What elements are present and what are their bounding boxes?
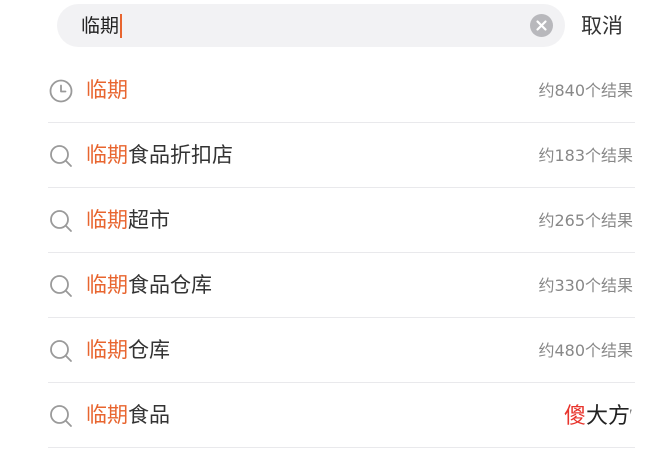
suggestion-title: 临期食品仓库 bbox=[86, 271, 212, 299]
suggestion-highlight: 临期 bbox=[86, 273, 128, 297]
watermark-part-1: 傻 bbox=[564, 404, 587, 429]
suggestion-row[interactable]: 临期食品折扣店 约183个结果 bbox=[48, 123, 635, 188]
suggestion-title: 临期食品 bbox=[86, 401, 170, 429]
suggestion-suffix: 仓库 bbox=[128, 338, 170, 362]
suggestion-suffix: 食品 bbox=[128, 403, 170, 427]
search-icon bbox=[50, 340, 72, 362]
suggestion-title: 临期仓库 bbox=[86, 336, 170, 364]
suggestion-row[interactable]: 临期食品仓库 约330个结果 bbox=[48, 253, 635, 318]
watermark: 傻大方 bbox=[562, 404, 631, 430]
search-icon bbox=[50, 145, 72, 167]
suggestion-row[interactable]: 临期仓库 约480个结果 bbox=[48, 318, 635, 383]
suggestion-row[interactable]: 临期食品 约7 bbox=[48, 383, 635, 448]
suggestion-title: 临期食品折扣店 bbox=[86, 141, 233, 169]
suggestion-suffix: 超市 bbox=[128, 208, 170, 232]
search-input[interactable]: 临期 bbox=[81, 14, 123, 38]
suggestion-highlight: 临期 bbox=[86, 78, 128, 102]
search-page: 临期 取消 临期 约840个结果 临期食品折扣店 约183个结果 临期超市 约2… bbox=[0, 0, 654, 454]
suggestion-highlight: 临期 bbox=[86, 208, 128, 232]
result-count: 约480个结果 bbox=[538, 341, 633, 360]
result-count: 约840个结果 bbox=[538, 81, 633, 100]
suggestion-row[interactable]: 临期超市 约265个结果 bbox=[48, 188, 635, 253]
suggestion-highlight: 临期 bbox=[86, 403, 128, 427]
result-count: 约265个结果 bbox=[538, 211, 633, 230]
result-count: 约330个结果 bbox=[538, 276, 633, 295]
watermark-part-2: 大方 bbox=[586, 404, 631, 429]
search-bar[interactable]: 临期 bbox=[57, 4, 565, 47]
search-query: 临期 bbox=[81, 15, 120, 37]
suggestion-suffix: 食品折扣店 bbox=[128, 143, 233, 167]
text-caret bbox=[120, 14, 123, 38]
suggestion-row-history[interactable]: 临期 约840个结果 bbox=[48, 58, 635, 123]
clear-search-button[interactable] bbox=[530, 14, 553, 37]
clock-icon bbox=[49, 79, 73, 103]
suggestion-highlight: 临期 bbox=[86, 143, 128, 167]
suggestion-title: 临期超市 bbox=[86, 206, 170, 234]
suggestion-suffix: 食品仓库 bbox=[128, 273, 212, 297]
search-icon bbox=[50, 275, 72, 297]
cancel-button[interactable]: 取消 bbox=[581, 12, 623, 40]
result-count: 约183个结果 bbox=[538, 146, 633, 165]
search-icon bbox=[50, 405, 72, 427]
suggestion-list: 临期 约840个结果 临期食品折扣店 约183个结果 临期超市 约265个结果 bbox=[48, 58, 635, 448]
close-icon bbox=[536, 20, 547, 31]
search-icon bbox=[50, 210, 72, 232]
suggestion-highlight: 临期 bbox=[86, 338, 128, 362]
suggestion-title: 临期 bbox=[86, 76, 128, 104]
